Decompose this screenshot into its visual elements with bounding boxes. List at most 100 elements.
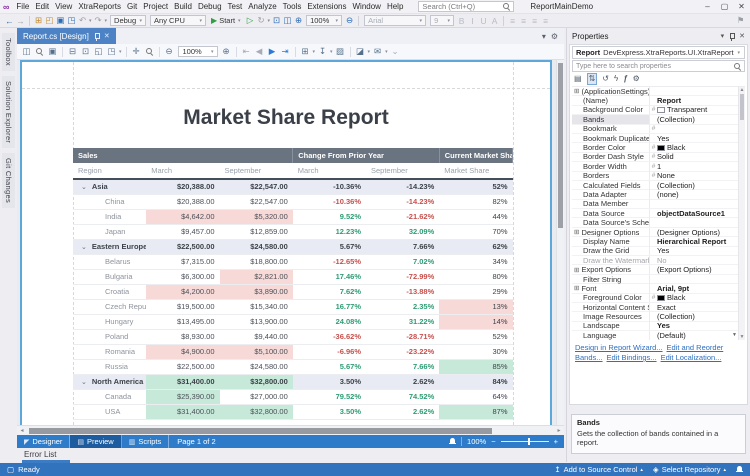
redo-icon[interactable]: ↷ xyxy=(93,15,104,27)
menu-view[interactable]: View xyxy=(52,2,75,11)
object-selector[interactable]: Report DevExpress.XtraReports.UI.XtraRep… xyxy=(572,46,745,59)
properties-search-box[interactable]: Type here to search properties xyxy=(572,60,745,72)
export-icon[interactable]: ↧ xyxy=(316,45,329,58)
property-grid-scrollbar[interactable]: ▲ ▼ xyxy=(738,87,745,340)
print-options-icon[interactable]: ◱ xyxy=(92,45,105,58)
solution-name[interactable]: ReportMainDemo xyxy=(526,2,597,11)
settings-wrench-icon[interactable]: ⚙ xyxy=(633,74,640,84)
save-icon[interactable]: ▣ xyxy=(55,15,66,27)
editor-zoom-select[interactable]: 100%▾ xyxy=(306,15,342,26)
email-icon[interactable]: ✉ xyxy=(371,45,384,58)
link-design-in-report-wizard[interactable]: Design in Report Wizard... xyxy=(575,343,663,352)
property-row-applicationsettings[interactable]: ⊞(ApplicationSettings) xyxy=(572,87,745,96)
property-row-filter-string[interactable]: Filter String xyxy=(572,275,745,284)
categorized-icon[interactable]: ▤ xyxy=(574,74,582,84)
collapse-chevron-icon[interactable]: ⌄ xyxy=(81,379,87,386)
vertical-scrollbar-thumb[interactable] xyxy=(558,63,563,228)
scroll-up-icon[interactable]: ▲ xyxy=(739,87,745,93)
font-color-icon[interactable]: A xyxy=(489,15,500,27)
property-row-data-member[interactable]: Data Member xyxy=(572,200,745,209)
undo-icon[interactable]: ↶ xyxy=(77,15,88,27)
first-page-icon[interactable]: ⇤ xyxy=(240,45,253,58)
vertical-scrollbar[interactable] xyxy=(556,60,564,425)
editor-gear-icon[interactable]: ⚙ xyxy=(551,32,558,41)
property-row-horizontal-content-splitt[interactable]: Horizontal Content SplittExact xyxy=(572,303,745,312)
window-position-icon[interactable]: ▾ xyxy=(721,32,725,40)
panel-close-icon[interactable]: ✕ xyxy=(739,32,745,40)
configuration-select[interactable]: Debug▾ xyxy=(110,15,146,26)
zoom-in-icon[interactable]: ⊕ xyxy=(293,15,304,27)
property-row-draw-the-watermark[interactable]: Draw the WatermarkNo xyxy=(572,256,745,265)
property-row-data-source-s-schema[interactable]: Data Source's Schema xyxy=(572,218,745,227)
expander-icon[interactable]: ⊞ xyxy=(574,266,579,274)
property-row-foreground-color[interactable]: Foreground Color#Black xyxy=(572,294,745,303)
dropdown-caret-icon[interactable]: ▾ xyxy=(368,49,371,55)
horizontal-scrollbar[interactable]: ◂ ▸ xyxy=(17,425,564,435)
minimize-button[interactable]: – xyxy=(699,2,716,11)
menu-project[interactable]: Project xyxy=(140,2,171,11)
print-icon[interactable]: ⊟ xyxy=(66,45,79,58)
dropdown-caret-icon[interactable]: ▾ xyxy=(89,18,92,24)
auto-hide-pin-icon[interactable] xyxy=(728,32,735,41)
document-list-icon[interactable]: ▾ xyxy=(542,32,546,41)
underline-icon[interactable]: U xyxy=(478,15,489,27)
property-row-image-resources[interactable]: Image Resources(Collection) xyxy=(572,312,745,321)
property-row-borders[interactable]: Borders#None xyxy=(572,172,745,181)
property-row-font[interactable]: ⊞FontArial, 9pt xyxy=(572,284,745,293)
link-edit-bindings[interactable]: Edit Bindings... xyxy=(607,353,657,362)
property-row-border-width[interactable]: Border Width#1 xyxy=(572,162,745,171)
horizontal-scrollbar-thumb[interactable] xyxy=(29,428,492,434)
feedback-icon[interactable]: ⚑ xyxy=(735,15,746,27)
watermark-icon[interactable]: ◪ xyxy=(354,45,367,58)
property-row-border-color[interactable]: Border Color#Black xyxy=(572,143,745,152)
menu-debug[interactable]: Debug xyxy=(195,2,225,11)
magnifier-icon[interactable] xyxy=(143,45,156,58)
menu-help[interactable]: Help xyxy=(384,2,406,11)
property-row-calculated-fields[interactable]: Calculated Fields(Collection) xyxy=(572,181,745,190)
scroll-left-icon[interactable]: ◂ xyxy=(17,427,27,434)
align-center-icon[interactable]: ≡ xyxy=(518,15,529,27)
menu-tools[interactable]: Tools xyxy=(280,2,305,11)
zoom-slider-thumb[interactable] xyxy=(528,438,530,445)
property-row-language[interactable]: Language(Default)▼ xyxy=(572,331,745,340)
page-setup-icon[interactable]: ◳ xyxy=(105,45,118,58)
align-left-icon[interactable]: ≡ xyxy=(507,15,518,27)
property-row-bookmark-duplicate-sup[interactable]: Bookmark Duplicate SupYes xyxy=(572,134,745,143)
menu-analyze[interactable]: Analyze xyxy=(245,2,279,11)
property-pages-icon[interactable]: ↺ xyxy=(602,74,609,84)
property-row-background-color[interactable]: Background Color#Transparent xyxy=(572,106,745,115)
collapse-chevron-icon[interactable]: ⌄ xyxy=(81,184,87,191)
menu-extensions[interactable]: Extensions xyxy=(304,2,349,11)
expander-icon[interactable]: ⊞ xyxy=(574,87,579,95)
zoom-in-slider-icon[interactable]: + xyxy=(554,437,558,446)
preview-changes-icon[interactable]: ⊡ xyxy=(271,15,282,27)
start-debugging-button[interactable]: ▶Start▾ xyxy=(211,16,242,25)
maximize-button[interactable]: ▢ xyxy=(716,2,733,11)
last-page-icon[interactable]: ⇥ xyxy=(279,45,292,58)
live-share-icon[interactable]: ◫ xyxy=(282,15,293,27)
sidebar-tab-toolbox[interactable]: Toolbox xyxy=(2,33,15,71)
menu-window[interactable]: Window xyxy=(349,2,383,11)
dropdown-caret-icon[interactable]: ▾ xyxy=(313,49,316,55)
new-project-icon[interactable]: ⊞ xyxy=(33,15,44,27)
platform-select[interactable]: Any CPU▾ xyxy=(150,15,206,26)
search-box[interactable]: Search (Ctrl+Q) xyxy=(418,1,514,12)
preview-save-icon[interactable]: ▣ xyxy=(46,45,59,58)
zoom-out-icon[interactable]: ⊖ xyxy=(163,45,176,58)
sidebar-tab-solution-explorer[interactable]: Solution Explorer xyxy=(2,76,15,148)
hand-tool-icon[interactable]: ✛ xyxy=(130,45,143,58)
tab-scripts[interactable]: ▥Scripts xyxy=(122,435,170,448)
italic-icon[interactable]: I xyxy=(467,15,478,27)
collapse-chevron-icon[interactable]: ⌄ xyxy=(81,244,87,251)
property-row-data-source[interactable]: Data SourceobjectDataSource1 xyxy=(572,209,745,218)
next-page-icon[interactable]: ▶ xyxy=(266,45,279,58)
sidebar-tab-git-changes[interactable]: Git Changes xyxy=(2,153,15,208)
menu-xtrareports[interactable]: XtraReports xyxy=(75,2,124,11)
property-row-export-options[interactable]: ⊞Export Options(Export Options) xyxy=(572,265,745,274)
property-row-designer-options[interactable]: ⊞Designer Options(Designer Options) xyxy=(572,228,745,237)
zoom-out-slider-icon[interactable]: − xyxy=(491,437,495,446)
document-map-icon[interactable]: ◫ xyxy=(20,45,33,58)
property-row-border-dash-style[interactable]: Border Dash Style#Solid xyxy=(572,153,745,162)
menu-edit[interactable]: Edit xyxy=(32,2,52,11)
menu-build[interactable]: Build xyxy=(171,2,195,11)
